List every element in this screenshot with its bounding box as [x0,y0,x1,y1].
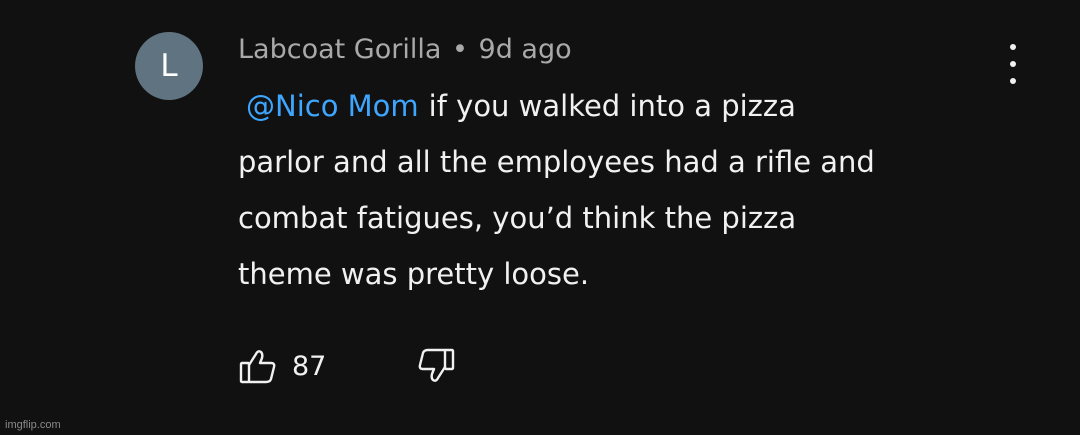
comment-line: @Nico Mom if you walked into a pizza [238,78,1038,134]
comment-time: 9d ago [478,34,572,65]
avatar[interactable]: L [135,32,203,100]
comment-actions: 87 [238,346,456,386]
menu-dot [1010,44,1016,50]
comment-line: combat fatigues, you’d think the pizza [238,201,797,235]
dislike-button[interactable] [416,346,456,386]
like-count: 87 [292,350,327,382]
comment-line: theme was pretty loose. [238,257,590,291]
thumbs-down-icon [418,348,455,382]
comment-line: parlor and all the employees had a rifle… [238,145,875,179]
avatar-letter: L [160,47,178,84]
comment-body: @Nico Mom if you walked into a pizza parl… [238,78,1038,302]
mention-link[interactable]: @Nico Mom [246,89,419,123]
watermark: imgflip.com [5,419,61,431]
menu-dot [1010,61,1016,67]
thumbs-up-icon [239,350,276,384]
like-button[interactable] [238,346,278,386]
author-name[interactable]: Labcoat Gorilla [238,34,441,65]
comment-meta: Labcoat Gorilla • 9d ago [238,30,572,70]
meta-separator: • [452,34,468,65]
comment-line-text: if you walked into a pizza [428,89,796,123]
comment-item: L Labcoat Gorilla • 9d ago @Nico Mom if y… [0,0,1080,435]
